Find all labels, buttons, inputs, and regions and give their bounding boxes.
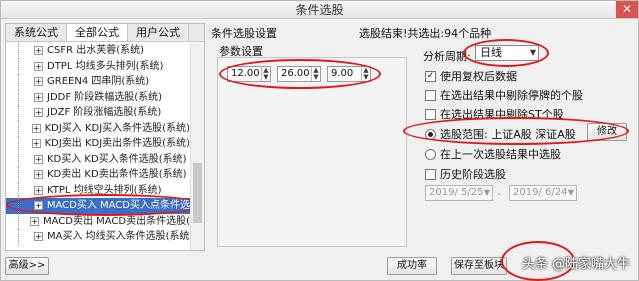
history-checkbox[interactable]: 历史阶段选股 <box>425 166 506 182</box>
tree-line <box>18 120 30 136</box>
expand-icon[interactable]: + <box>34 185 43 195</box>
radio-icon <box>425 148 436 160</box>
success-rate-button[interactable]: 成功率 <box>387 257 437 275</box>
checkbox-box <box>425 89 436 101</box>
formula-label: MA买入 均线买入条件选股(系统 <box>47 231 190 242</box>
close-icon[interactable]: ✕ <box>616 1 638 18</box>
tree-line <box>18 136 30 152</box>
tab-user-formula[interactable]: 用户公式 <box>128 24 189 41</box>
formula-list-item[interactable]: + CSFR 出水芙蓉(系统) <box>6 43 190 59</box>
expand-icon[interactable]: + <box>34 108 43 118</box>
chevron-down-icon: ▼ <box>567 188 574 197</box>
tree-line <box>18 213 28 229</box>
expand-icon[interactable]: + <box>31 123 41 133</box>
expand-icon[interactable]: + <box>30 216 39 226</box>
formula-tabs: 系统公式 全部公式 用户公式 <box>6 24 204 42</box>
formula-label: DTPL 均线多头排列(系统) <box>47 60 164 72</box>
checkbox-box <box>425 108 436 120</box>
tree-line <box>18 43 32 59</box>
formula-label: KD买入 KD买入条件选股(系统) <box>47 153 187 165</box>
date-from-picker[interactable]: 2019/ 5/25 ▼ <box>425 185 493 201</box>
checkbox-box <box>425 168 436 180</box>
date-to-value: 2019/ 6/24 <box>513 187 568 198</box>
formula-list-item[interactable]: + MA买入 均线买入条件选股(系统 <box>6 229 190 245</box>
formula-label: KDJ卖出 KDJ卖出条件选股(系统) <box>44 138 190 149</box>
formula-list-item[interactable]: + KDJ卖出 KDJ卖出条件选股(系统) <box>6 136 190 152</box>
date-separator: - <box>497 187 501 200</box>
settings-title: 条件选股设置 <box>211 27 277 40</box>
formula-list-item[interactable]: + GREEN4 四串阴(系统) <box>6 74 190 90</box>
tree-line <box>18 105 32 121</box>
scrollbar-thumb[interactable] <box>193 163 202 223</box>
prev-result-label: 在上一次选股结果中选股 <box>440 148 561 161</box>
chevron-down-icon: ▼ <box>483 188 490 197</box>
highlight-period-circle <box>463 39 549 67</box>
formula-label: KDJ买入 KDJ买入条件选股(系统) <box>44 122 190 134</box>
highlight-selected-circle <box>6 194 190 216</box>
formula-list-item[interactable]: + KD卖出 KD卖出条件选股(系统) <box>6 167 190 183</box>
formula-panel: 系统公式 全部公式 用户公式 + CSFR 出水芙蓉(系统) + DTPL 均线多头排… <box>5 23 205 251</box>
formula-label: KD卖出 KD卖出条件选股(系统) <box>47 169 187 180</box>
check-icon: ✓ <box>425 70 436 82</box>
history-label: 历史阶段选股 <box>440 168 506 181</box>
tree-line <box>18 229 32 245</box>
formula-label: JDZF 阶段涨幅选股(系统) <box>47 107 162 118</box>
result-text: 选股结束!共选出:94个品种 <box>359 27 492 40</box>
tab-all-formula[interactable]: 全部公式 <box>67 24 128 41</box>
use-adjusted-label: 使用复权后数据 <box>440 70 517 83</box>
highlight-range-circle <box>403 117 629 145</box>
tree-line <box>18 74 32 90</box>
formula-scrollbar[interactable] <box>190 43 204 250</box>
expand-icon[interactable]: + <box>34 170 43 180</box>
exclude-suspended-label: 在选出结果中剔除停牌的个股 <box>440 89 583 102</box>
formula-label: GREEN4 四串阴(系统) <box>47 76 150 87</box>
expand-icon[interactable]: + <box>34 232 43 242</box>
tree-line <box>18 58 32 74</box>
expand-icon[interactable]: + <box>34 92 43 102</box>
formula-list-item[interactable]: + DTPL 均线多头排列(系统) <box>6 58 190 74</box>
condition-stock-window: 条件选股 ✕ 系统公式 全部公式 用户公式 + CSFR 出水芙蓉(系统) + DTP… <box>0 0 639 281</box>
expand-icon[interactable]: + <box>31 139 41 149</box>
window-title: 条件选股 <box>295 3 344 17</box>
formula-list-item[interactable]: + KD买入 KD买入条件选股(系统) <box>6 151 190 167</box>
highlight-params-circle <box>219 59 381 89</box>
watermark: 头条 @陆家嘴大牛 <box>521 257 630 272</box>
prev-result-radio[interactable]: 在上一次选股结果中选股 <box>425 146 561 162</box>
use-adjusted-checkbox[interactable]: ✓ 使用复权后数据 <box>425 68 517 84</box>
formula-label: CSFR 出水芙蓉(系统) <box>47 45 145 56</box>
tree-line <box>18 89 32 105</box>
formula-tree: + CSFR 出水芙蓉(系统) + DTPL 均线多头排列(系统) + GREEN4 四串… <box>6 43 190 250</box>
formula-label: JDDF 阶段跌幅选股(系统) <box>47 91 163 103</box>
tab-system-formula[interactable]: 系统公式 <box>6 24 67 41</box>
advanced-button[interactable]: 高级>> <box>5 257 49 275</box>
exclude-suspended-checkbox[interactable]: 在选出结果中剔除停牌的个股 <box>425 87 583 103</box>
formula-list-item[interactable]: + JDZF 阶段涨幅选股(系统) <box>6 105 190 121</box>
tree-line <box>18 182 32 198</box>
expand-icon[interactable]: + <box>34 61 43 71</box>
expand-icon[interactable]: + <box>34 77 43 87</box>
expand-icon[interactable]: + <box>34 154 43 164</box>
tree-line <box>18 151 32 167</box>
expand-icon[interactable]: + <box>34 46 43 56</box>
date-to-picker[interactable]: 2019/ 6/24 ▼ <box>509 185 577 201</box>
formula-list-item[interactable]: + KDJ买入 KDJ买入条件选股(系统) <box>6 120 190 136</box>
save-to-block-button[interactable]: 保存至板块 <box>451 257 507 275</box>
formula-list-item[interactable]: + JDDF 阶段跌幅选股(系统) <box>6 89 190 105</box>
tree-line <box>18 167 32 183</box>
title-bar: 条件选股 ✕ <box>1 1 638 19</box>
date-from-value: 2019/ 5/25 <box>429 187 484 198</box>
